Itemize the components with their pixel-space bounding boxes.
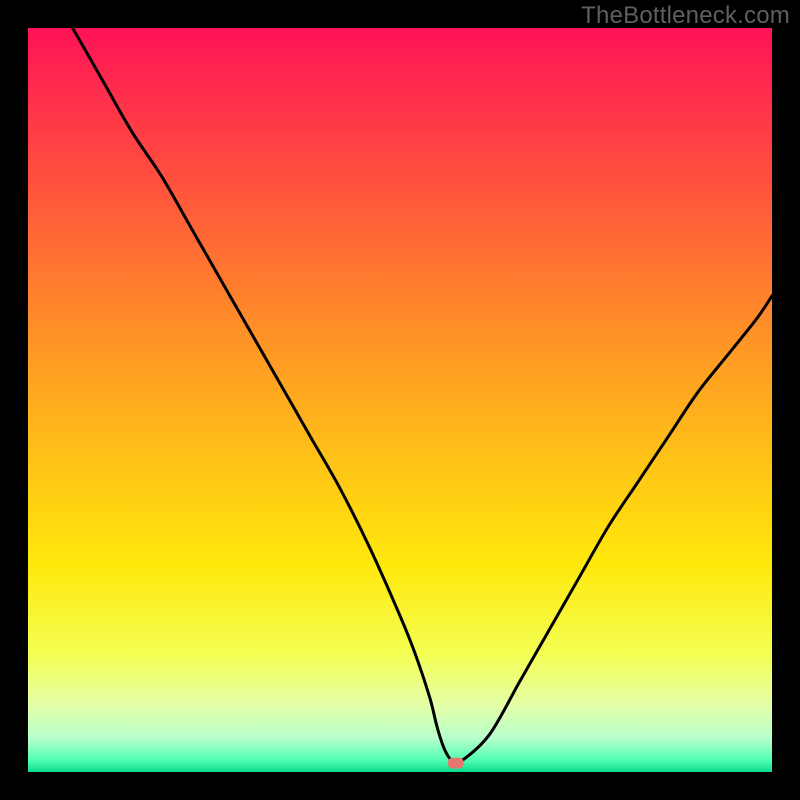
- chart-frame: TheBottleneck.com: [0, 0, 800, 800]
- chart-svg: [28, 28, 772, 772]
- plot-area: [28, 28, 772, 772]
- optimal-point-marker: [448, 758, 464, 769]
- gradient-background: [28, 28, 772, 772]
- watermark-text: TheBottleneck.com: [581, 2, 790, 30]
